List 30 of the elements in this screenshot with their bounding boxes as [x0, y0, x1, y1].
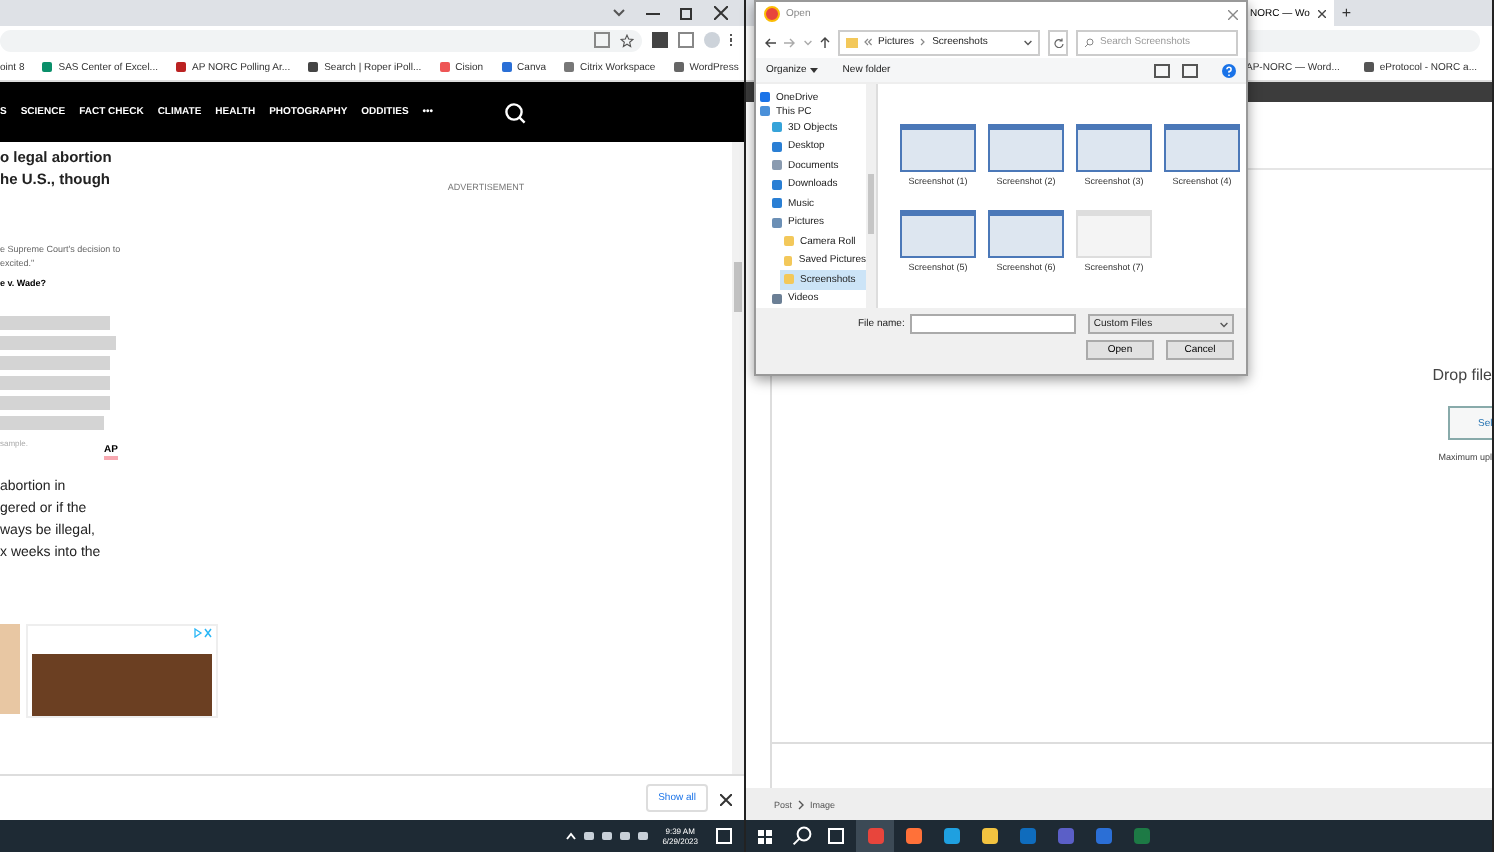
marker-icon	[104, 456, 118, 460]
caret-icon	[1220, 321, 1228, 327]
folder-icon	[846, 37, 858, 47]
file-name-field[interactable]	[910, 314, 1076, 334]
minimize-icon[interactable]	[646, 8, 660, 18]
chevron-icon	[798, 799, 805, 809]
photo-placeholder	[0, 624, 20, 714]
scrollbar[interactable]	[866, 84, 878, 308]
help-icon[interactable]	[1222, 63, 1236, 77]
search-icon	[1084, 37, 1094, 47]
search-icon[interactable]	[792, 826, 812, 846]
drop-files-text: Drop file	[1432, 366, 1492, 384]
loading-bars-drawing	[0, 316, 116, 430]
double-chevron-icon[interactable]	[864, 38, 872, 46]
up-icon[interactable]	[820, 36, 830, 48]
preview-pane-icon[interactable]	[1182, 63, 1198, 77]
close-icon[interactable]	[1317, 9, 1326, 17]
scrollbar[interactable]	[732, 142, 744, 774]
refresh-icon[interactable]	[1048, 29, 1068, 55]
new-tab-button[interactable]: +	[1341, 4, 1352, 22]
caret-icon[interactable]	[1024, 39, 1032, 45]
view-icon[interactable]	[1154, 63, 1170, 77]
app-icon	[764, 6, 780, 22]
close-icon[interactable]	[714, 6, 728, 20]
caret-icon	[810, 67, 819, 73]
back-icon[interactable]	[764, 37, 776, 47]
maximize-icon[interactable]	[680, 6, 694, 20]
windows-icon[interactable]	[758, 829, 772, 843]
star-icon[interactable]	[619, 33, 633, 47]
search-icon[interactable]	[504, 101, 526, 123]
